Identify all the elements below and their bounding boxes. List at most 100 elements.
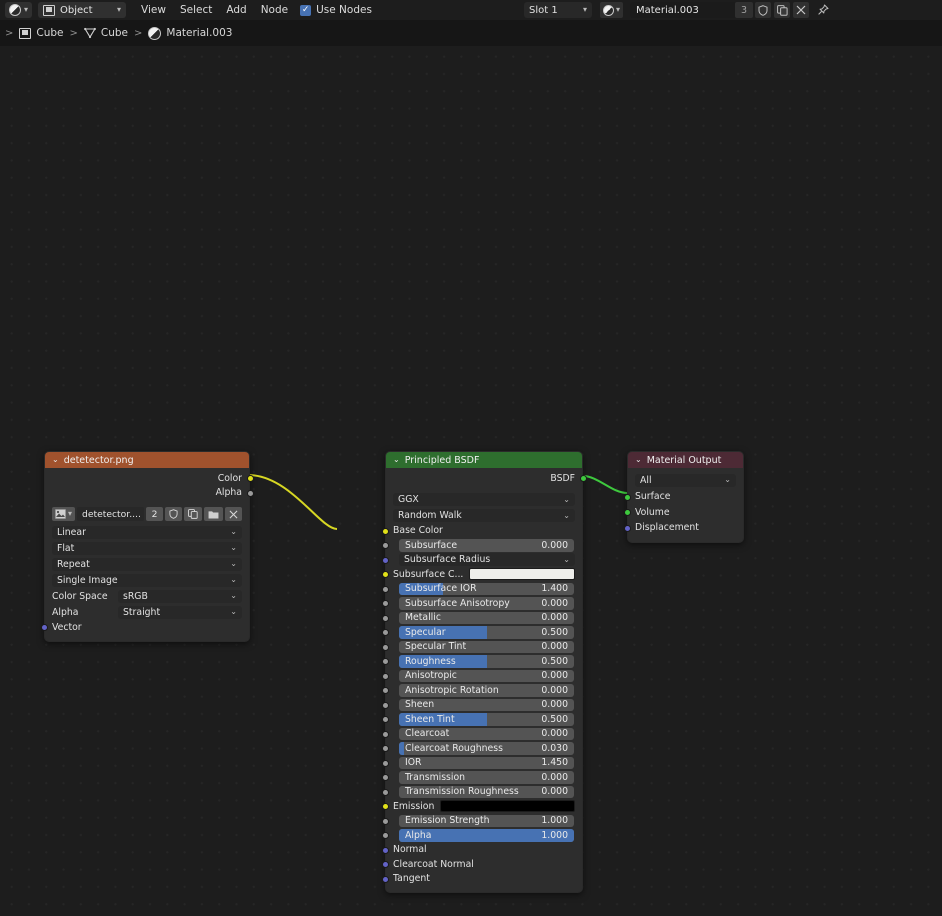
extension-dropdown[interactable]: Repeat ⌄ bbox=[52, 557, 242, 571]
socket-in-alpha[interactable] bbox=[381, 832, 389, 839]
socket-in-emission[interactable] bbox=[381, 803, 389, 810]
socket-in-subsurface[interactable] bbox=[381, 542, 389, 549]
socket-in-sheen-tint[interactable] bbox=[381, 716, 389, 723]
socket-in-roughness[interactable] bbox=[381, 658, 389, 665]
output-target-dropdown[interactable]: All ⌄ bbox=[635, 473, 736, 487]
material-browse-button[interactable]: ▾ bbox=[600, 2, 624, 18]
breadcrumb-item-object[interactable]: Cube bbox=[19, 27, 64, 39]
node-image-texture[interactable]: ⌄ detetector.png Color Alpha ▾ detetecto… bbox=[40, 451, 254, 642]
alpha-mode-dropdown[interactable]: Straight ⌄ bbox=[118, 605, 242, 619]
socket-in-metallic[interactable] bbox=[381, 614, 389, 622]
bsdf-slider-subsurface[interactable]: Subsurface 0.000 bbox=[399, 539, 574, 552]
material-name-input[interactable]: Material.003 bbox=[630, 2, 750, 18]
socket-in-clearcoat-normal[interactable] bbox=[381, 861, 389, 868]
image-open-button[interactable] bbox=[204, 507, 223, 521]
image-browse-button[interactable]: ▾ bbox=[52, 507, 76, 521]
bsdf-slider-metallic[interactable]: Metallic 0.000 bbox=[399, 611, 574, 624]
image-name-field[interactable]: detetector.... bbox=[77, 507, 144, 521]
image-fake-user-button[interactable] bbox=[165, 507, 182, 521]
bsdf-input-row-base-color: Base Color bbox=[381, 524, 582, 539]
socket-in-volume[interactable] bbox=[623, 509, 631, 516]
breadcrumb-item-mesh[interactable]: Cube bbox=[84, 27, 128, 39]
interpolation-dropdown[interactable]: Linear ⌄ bbox=[52, 525, 242, 539]
node-header-image-texture[interactable]: ⌄ detetector.png bbox=[45, 452, 249, 468]
bsdf-slider-specular[interactable]: Specular 0.500 bbox=[399, 626, 574, 639]
bsdf-slider-ior[interactable]: IOR 1.450 bbox=[399, 756, 574, 769]
bsdf-slider-clearcoat[interactable]: Clearcoat 0.000 bbox=[399, 727, 574, 740]
socket-in-tangent[interactable] bbox=[381, 875, 389, 883]
socket-in-normal[interactable] bbox=[381, 846, 389, 854]
pin-button[interactable] bbox=[815, 2, 831, 18]
node-title-image-texture: detetector.png bbox=[63, 454, 134, 466]
bsdf-slider-anisotropic-rotation[interactable]: Anisotropic Rotation 0.000 bbox=[399, 684, 574, 697]
image-unlink-button[interactable] bbox=[225, 507, 242, 521]
socket-out-bsdf[interactable] bbox=[579, 475, 587, 482]
projection-dropdown[interactable]: Flat ⌄ bbox=[52, 541, 242, 555]
chevron-down-icon[interactable]: ⌄ bbox=[635, 456, 642, 464]
socket-in-subsurface-anisotropy[interactable] bbox=[381, 600, 389, 607]
socket-in-ior[interactable] bbox=[381, 759, 389, 767]
color-space-dropdown[interactable]: sRGB ⌄ bbox=[118, 589, 242, 603]
bsdf-slider-roughness[interactable]: Roughness 0.500 bbox=[399, 655, 574, 668]
bsdf-slider-sheen[interactable]: Sheen 0.000 bbox=[399, 698, 574, 711]
bsdf-slider-alpha[interactable]: Alpha 1.000 bbox=[399, 829, 574, 842]
image-new-button[interactable] bbox=[184, 507, 202, 521]
material-slot-dropdown[interactable]: Slot 1 ▾ bbox=[524, 2, 592, 18]
socket-in-clearcoat[interactable] bbox=[381, 730, 389, 738]
node-material-output[interactable]: ⌄ Material Output All ⌄ Surface Volume D… bbox=[623, 451, 744, 543]
node-header-material-output[interactable]: ⌄ Material Output bbox=[628, 452, 743, 468]
socket-in-anisotropic-rotation[interactable] bbox=[381, 687, 389, 694]
chevron-down-icon[interactable]: ⌄ bbox=[52, 456, 59, 464]
menu-add[interactable]: Add bbox=[219, 2, 253, 18]
bsdf-slider-transmission-roughness[interactable]: Transmission Roughness 0.000 bbox=[399, 785, 574, 798]
menu-node[interactable]: Node bbox=[254, 2, 295, 18]
socket-in-displacement[interactable] bbox=[623, 524, 631, 532]
use-nodes-toggle[interactable]: ✓ Use Nodes bbox=[300, 4, 372, 16]
socket-in-anisotropic[interactable] bbox=[381, 672, 389, 680]
bsdf-slider-clearcoat-roughness[interactable]: Clearcoat Roughness 0.030 bbox=[399, 742, 574, 755]
bsdf-slider-specular-tint[interactable]: Specular Tint 0.000 bbox=[399, 640, 574, 653]
menu-view[interactable]: View bbox=[134, 2, 173, 18]
bsdf-color-swatch-subsurface-c[interactable] bbox=[469, 568, 575, 581]
breadcrumb-item-material[interactable]: Material.003 bbox=[148, 26, 232, 40]
image-users-count[interactable]: 2 bbox=[146, 507, 163, 521]
socket-in-emission-strength[interactable] bbox=[381, 817, 389, 825]
shader-type-dropdown[interactable]: Object ▾ bbox=[38, 2, 127, 18]
bsdf-slider-anisotropic[interactable]: Anisotropic 0.000 bbox=[399, 669, 574, 682]
bsdf-slider-sheen-tint[interactable]: Sheen Tint 0.500 bbox=[399, 713, 574, 726]
new-material-button[interactable] bbox=[774, 2, 790, 18]
socket-out-color[interactable] bbox=[246, 475, 254, 482]
distribution-dropdown[interactable]: GGX ⌄ bbox=[393, 493, 575, 506]
editor-type-button[interactable]: ▾ bbox=[5, 2, 33, 18]
menu-select[interactable]: Select bbox=[173, 2, 219, 18]
socket-in-specular-tint[interactable] bbox=[381, 643, 389, 651]
bsdf-slider-subsurface-ior[interactable]: Subsurface IOR 1.400 bbox=[399, 582, 574, 595]
node-header-principled-bsdf[interactable]: ⌄ Principled BSDF bbox=[386, 452, 582, 468]
socket-in-subsurface-ior[interactable] bbox=[381, 585, 389, 593]
subsurface-method-dropdown[interactable]: Random Walk ⌄ bbox=[393, 509, 575, 522]
bsdf-slider-subsurface-anisotropy[interactable]: Subsurface Anisotropy 0.000 bbox=[399, 597, 574, 610]
bsdf-slider-emission-strength[interactable]: Emission Strength 1.000 bbox=[399, 814, 574, 827]
socket-in-transmission-roughness[interactable] bbox=[381, 788, 389, 796]
fake-user-button[interactable] bbox=[755, 2, 771, 18]
chevron-down-icon[interactable]: ⌄ bbox=[393, 456, 400, 464]
node-principled-bsdf[interactable]: ⌄ Principled BSDF BSDF GGX ⌄ Random Walk… bbox=[381, 451, 587, 893]
socket-in-subsurface-c[interactable] bbox=[381, 571, 389, 578]
socket-in-specular[interactable] bbox=[381, 629, 389, 636]
socket-in-sheen[interactable] bbox=[381, 701, 389, 709]
socket-out-alpha[interactable] bbox=[246, 489, 254, 497]
socket-in-vector[interactable] bbox=[40, 624, 48, 631]
node-editor-canvas[interactable]: ⌄ detetector.png Color Alpha ▾ detetecto… bbox=[0, 46, 942, 916]
bsdf-dropdown-subsurface-radius[interactable]: Subsurface Radius ⌄ bbox=[399, 553, 575, 567]
socket-in-surface[interactable] bbox=[623, 493, 631, 501]
slider-value-subsurface-ior: 1.400 bbox=[541, 583, 568, 595]
bsdf-slider-transmission[interactable]: Transmission 0.000 bbox=[399, 771, 574, 784]
socket-in-clearcoat-roughness[interactable] bbox=[381, 745, 389, 752]
bsdf-color-swatch-emission[interactable] bbox=[440, 800, 575, 813]
material-users-count[interactable]: 3 bbox=[735, 2, 753, 18]
socket-in-transmission[interactable] bbox=[381, 774, 389, 781]
source-dropdown[interactable]: Single Image ⌄ bbox=[52, 573, 242, 587]
unlink-material-button[interactable] bbox=[793, 2, 809, 18]
socket-in-subsurface-radius[interactable] bbox=[381, 556, 389, 564]
socket-in-base-color[interactable] bbox=[381, 527, 389, 535]
